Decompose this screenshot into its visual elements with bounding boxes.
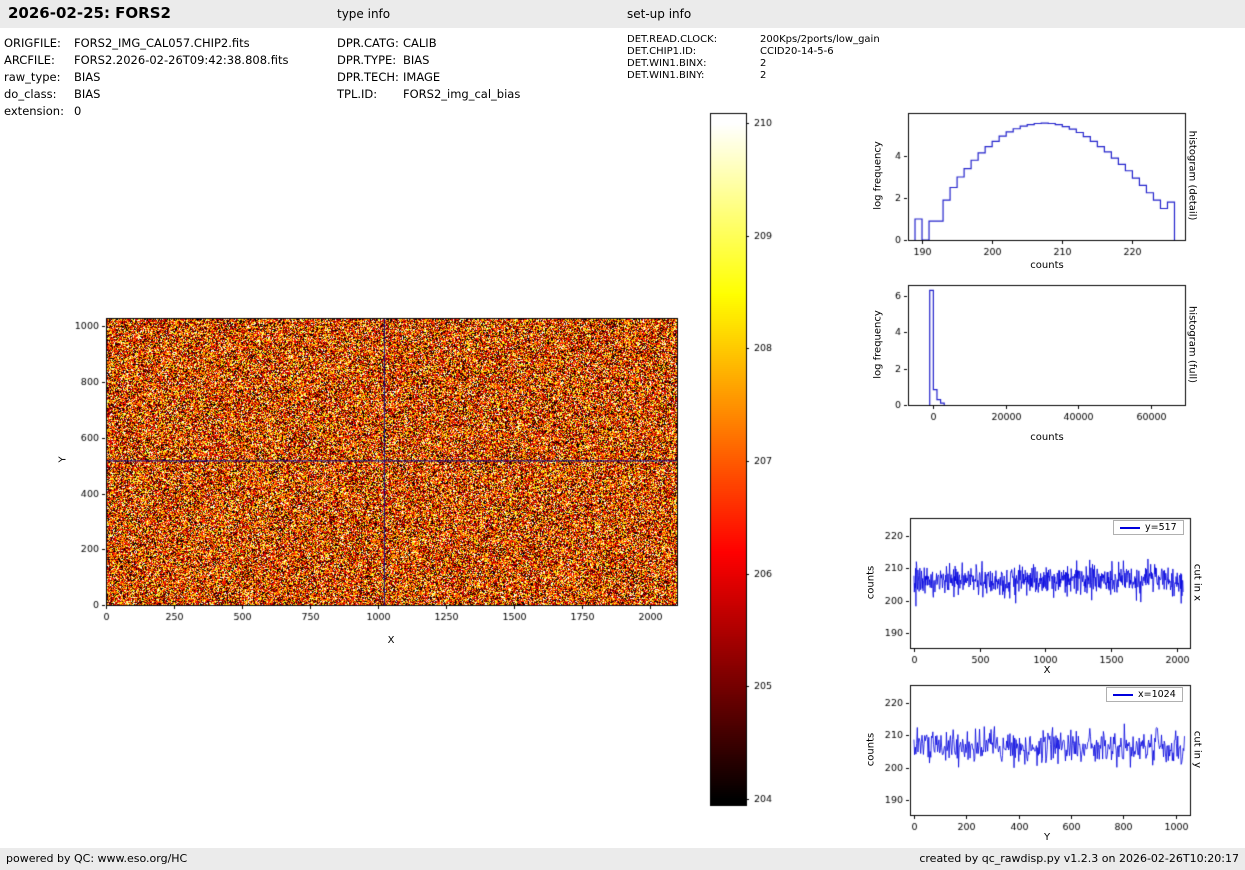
footer-left: powered by QC: www.eso.org/HC xyxy=(6,852,188,865)
file-info-key: ARCFILE: xyxy=(4,53,55,67)
footer-bar: powered by QC: www.eso.org/HC created by… xyxy=(0,848,1245,870)
setup-info-value: 200Kps/2ports/low_gain xyxy=(760,34,880,45)
histogram-detail-canvas xyxy=(858,103,1198,273)
setup-info-value: 2 xyxy=(760,58,767,69)
histogram-full-ylabel: log frequency xyxy=(872,310,884,379)
file-info-row: raw_type: BIAS xyxy=(4,70,100,84)
file-info-row: extension: 0 xyxy=(4,104,81,118)
cut-y-legend: x=1024 xyxy=(1106,687,1183,702)
file-info-value: FORS2_IMG_CAL057.CHIP2.fits xyxy=(74,36,250,50)
setup-info-key: DET.WIN1.BINX: xyxy=(627,58,707,69)
file-info-row: ORIGFILE: FORS2_IMG_CAL057.CHIP2.fits xyxy=(4,36,250,50)
type-info-row: DPR.TYPE: BIAS xyxy=(337,53,429,67)
histogram-full-right-label: histogram (full) xyxy=(1186,305,1198,384)
raw-image-xlabel: X xyxy=(387,635,395,646)
raw-image-canvas xyxy=(55,305,695,655)
histogram-full-xlabel: counts xyxy=(1030,432,1064,443)
raw-image-ylabel: Y xyxy=(57,456,69,463)
histogram-detail-right-label: histogram (detail) xyxy=(1186,130,1198,221)
colorbar-canvas xyxy=(700,108,775,814)
type-info-heading: type info xyxy=(337,7,391,21)
type-info-value: IMAGE xyxy=(403,70,441,84)
histogram-detail-ylabel: log frequency xyxy=(872,141,884,210)
cut-x-ylabel: counts xyxy=(865,565,877,600)
type-info-row: DPR.TECH: IMAGE xyxy=(337,70,440,84)
histogram-detail-xlabel: counts xyxy=(1030,260,1064,271)
file-info-row: do_class: BIAS xyxy=(4,87,100,101)
setup-info-key: DET.WIN1.BINY: xyxy=(627,70,705,81)
setup-info-row: DET.WIN1.BINY: 2 xyxy=(627,70,766,81)
cut-y-ylabel: counts xyxy=(865,732,877,767)
cut-y-right-label: cut in y xyxy=(1191,730,1203,769)
type-info-value: CALIB xyxy=(403,36,437,50)
type-info-value: BIAS xyxy=(403,53,430,67)
file-info-value: 0 xyxy=(74,104,82,118)
file-info-value: BIAS xyxy=(74,70,101,84)
type-info-value: FORS2_img_cal_bias xyxy=(403,87,521,101)
header-bar: 2026-02-25: FORS2 type info set-up info xyxy=(0,0,1245,28)
type-info-key: TPL.ID: xyxy=(337,87,378,101)
legend-line-sample xyxy=(1113,693,1133,696)
type-info-key: DPR.TYPE: xyxy=(337,53,397,67)
setup-info-row: DET.READ.CLOCK: 200Kps/2ports/low_gain xyxy=(627,34,880,45)
file-info-key: ORIGFILE: xyxy=(4,36,61,50)
setup-info-key: DET.READ.CLOCK: xyxy=(627,34,718,45)
cut-x-right-label: cut in x xyxy=(1191,563,1203,602)
type-info-key: DPR.CATG: xyxy=(337,36,399,50)
file-info-value: BIAS xyxy=(74,87,101,101)
type-info-row: TPL.ID: FORS2_img_cal_bias xyxy=(337,87,520,101)
setup-info-value: CCID20-14-5-6 xyxy=(760,46,834,57)
histogram-full-canvas xyxy=(858,275,1198,430)
setup-info-heading: set-up info xyxy=(627,7,692,21)
type-info-row: DPR.CATG: CALIB xyxy=(337,36,437,50)
cut-y-xlabel: Y xyxy=(1043,832,1051,843)
cut-x-legend: y=517 xyxy=(1113,520,1184,535)
cut-x-legend-label: y=517 xyxy=(1145,522,1177,533)
type-info-key: DPR.TECH: xyxy=(337,70,399,84)
footer-right: created by qc_rawdisp.py v1.2.3 on 2026-… xyxy=(919,852,1239,865)
legend-line-sample xyxy=(1120,526,1140,529)
setup-info-key: DET.CHIP1.ID: xyxy=(627,46,697,57)
cut-y-legend-label: x=1024 xyxy=(1138,689,1176,700)
file-info-value: FORS2.2026-02-26T09:42:38.808.fits xyxy=(74,53,289,67)
setup-info-row: DET.WIN1.BINX: 2 xyxy=(627,58,766,69)
setup-info-value: 2 xyxy=(760,70,767,81)
file-info-key: do_class: xyxy=(4,87,57,101)
file-info-row: ARCFILE: FORS2.2026-02-26T09:42:38.808.fi… xyxy=(4,53,288,67)
file-info-key: extension: xyxy=(4,104,64,118)
cut-x-xlabel: X xyxy=(1043,665,1051,676)
file-info-key: raw_type: xyxy=(4,70,61,84)
setup-info-row: DET.CHIP1.ID: CCID20-14-5-6 xyxy=(627,46,834,57)
page-title: 2026-02-25: FORS2 xyxy=(8,4,171,22)
